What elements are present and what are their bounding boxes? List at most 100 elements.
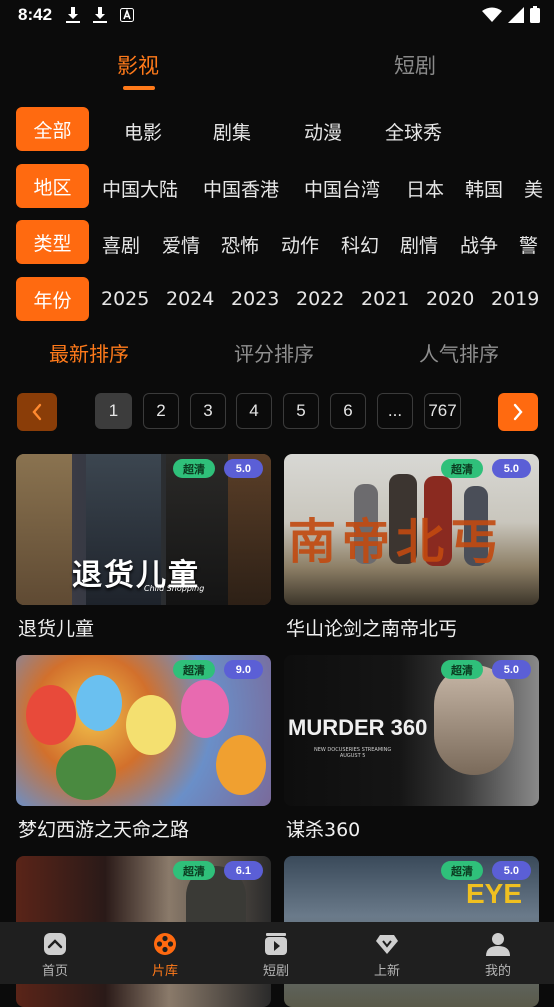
film-reel-icon [154,933,176,955]
prev-page-button[interactable] [17,393,57,431]
quality-badge: 超清 [173,459,215,478]
user-icon [486,933,510,956]
page-button[interactable]: 3 [190,393,226,429]
status-bar: 8:42 [0,0,554,30]
filter-option-year[interactable]: 2022 [296,288,344,310]
status-time: 8:42 [18,5,53,24]
filter-row-genre: 类型 喜剧 爱情 恐怖 动作 科幻 剧情 战争 警 [0,220,554,266]
nav-new[interactable]: 上新 [332,922,442,984]
pagination: 1 2 3 4 5 6 ... 767 [0,393,554,431]
score-badge: 5.0 [491,660,531,679]
filter-option-genre[interactable]: 剧情 [400,231,438,258]
nav-short-drama[interactable]: 短剧 [221,922,331,984]
filter-option-global-show[interactable]: 全球秀 [385,118,442,145]
page-button[interactable]: 6 [330,393,366,429]
filter-option-genre[interactable]: 爱情 [162,231,200,258]
page-button[interactable]: 5 [283,393,319,429]
poster-image: 南帝北丐 超清 5.0 [284,454,539,605]
active-tab-indicator [123,86,155,90]
score-badge: 6.1 [223,861,263,880]
filter-option-year[interactable]: 2024 [166,288,214,310]
filter-option-genre[interactable]: 喜剧 [102,231,140,258]
bottom-navigation: 首页 片库 短剧 上新 我的 [0,922,554,984]
download-icon [66,7,80,23]
filter-option-genre[interactable]: 警 [519,231,538,258]
video-card[interactable]: 退货儿童 Child Shopping 超清 5.0 退货儿童 [16,454,271,640]
poster-subtitle-text: NEW DOCUSERIES STREAMING AUGUST 5 [314,747,392,759]
filter-option-year[interactable]: 2019 [491,288,539,310]
filter-option-year[interactable]: 2021 [361,288,409,310]
video-card[interactable]: MURDER 360 NEW DOCUSERIES STREAMING AUGU… [284,655,539,841]
poster-title-text: EYE [466,878,523,909]
filter-option-genre[interactable]: 科幻 [341,231,379,258]
top-tabs: 影视 短剧 [0,44,554,94]
nav-profile[interactable]: 我的 [443,922,553,984]
filter-option-genre[interactable]: 战争 [460,231,498,258]
filter-option-year[interactable]: 2020 [426,288,474,310]
nav-home[interactable]: 首页 [0,922,110,984]
quality-badge: 超清 [173,861,215,880]
filter-label-genre: 类型 [16,220,89,264]
filter-label-year: 年份 [16,277,89,321]
poster-image: 退货儿童 Child Shopping 超清 5.0 [16,454,271,605]
filter-option-year[interactable]: 2023 [231,288,279,310]
nav-label: 首页 [41,964,68,979]
nav-library[interactable]: 片库 [110,922,220,984]
sort-popularity[interactable]: 人气排序 [419,338,499,367]
score-badge: 5.0 [223,459,263,478]
filter-label-region: 地区 [16,164,89,208]
filter-option-series[interactable]: 剧集 [213,118,251,145]
filter-option-region[interactable]: 美 [524,175,543,202]
score-badge: 5.0 [491,459,531,478]
chevron-left-icon [32,403,42,421]
filter-row-category: 全部 电影 剧集 动漫 全球秀 [0,107,554,153]
poster-title-text: MURDER 360 [288,715,428,740]
filter-option-all[interactable]: 全部 [16,107,89,151]
filter-option-movie[interactable]: 电影 [124,118,162,145]
battery-icon [530,6,540,23]
video-title[interactable]: 退货儿童 [18,614,94,641]
video-title[interactable]: 华山论剑之南帝北丐 [286,614,457,641]
quality-badge: 超清 [441,660,483,679]
sort-latest[interactable]: 最新排序 [49,338,129,367]
page-button[interactable]: 2 [143,393,179,429]
page-ellipsis[interactable]: ... [377,393,413,429]
filter-option-year[interactable]: 2025 [101,288,149,310]
download-icon [93,7,107,23]
poster-subtitle-text: Child Shopping [144,584,205,593]
tab-short-drama[interactable]: 短剧 [394,50,436,80]
poster-image: 超清 9.0 [16,655,271,806]
filter-option-region[interactable]: 韩国 [465,175,503,202]
score-badge: 9.0 [223,660,263,679]
quality-badge: 超清 [441,459,483,478]
filter-option-region[interactable]: 中国大陆 [102,175,178,202]
video-title[interactable]: 梦幻西游之天命之路 [18,815,189,842]
sort-rating[interactable]: 评分排序 [234,338,314,367]
filter-option-anime[interactable]: 动漫 [304,118,342,145]
filter-option-region[interactable]: 中国台湾 [304,175,380,202]
quality-badge: 超清 [173,660,215,679]
filter-option-region[interactable]: 日本 [406,175,444,202]
diamond-icon [376,935,398,954]
filter-row-region: 地区 中国大陆 中国香港 中国台湾 日本 韩国 美 [0,164,554,210]
filter-option-genre[interactable]: 恐怖 [221,231,259,258]
poster-image: MURDER 360 NEW DOCUSERIES STREAMING AUGU… [284,655,539,806]
nav-label: 片库 [151,964,178,979]
home-icon [44,933,66,955]
tab-movies-tv[interactable]: 影视 [117,50,159,80]
filter-option-genre[interactable]: 动作 [281,231,319,258]
nav-label: 我的 [484,964,511,979]
nav-label: 上新 [373,964,400,979]
chevron-right-icon [513,403,523,421]
page-button-last[interactable]: 767 [424,393,461,429]
video-title[interactable]: 谋杀360 [286,815,360,842]
poster-title-text: 南帝北丐 [288,514,505,570]
page-button[interactable]: 4 [236,393,272,429]
filter-option-region[interactable]: 中国香港 [203,175,279,202]
filter-row-year: 年份 2025 2024 2023 2022 2021 2020 2019 [0,277,554,323]
app-notification-icon [120,8,134,22]
video-card[interactable]: 超清 9.0 梦幻西游之天命之路 [16,655,271,841]
page-button-current[interactable]: 1 [95,393,132,429]
next-page-button[interactable] [498,393,538,431]
video-card[interactable]: 南帝北丐 超清 5.0 华山论剑之南帝北丐 [284,454,539,640]
